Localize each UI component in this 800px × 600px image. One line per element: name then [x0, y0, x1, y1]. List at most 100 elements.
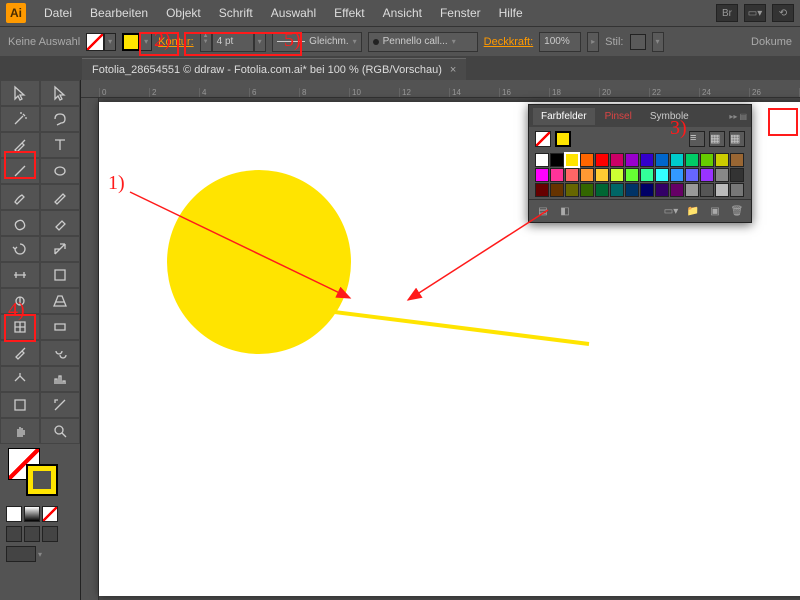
- tool-free-transform[interactable]: [40, 262, 80, 288]
- stroke-stepper[interactable]: ▲▼: [200, 32, 212, 52]
- menu-datei[interactable]: Datei: [36, 2, 80, 24]
- swatch-33[interactable]: [610, 183, 624, 197]
- draw-behind[interactable]: [24, 526, 40, 542]
- tab-pinsel[interactable]: Pinsel: [597, 108, 640, 125]
- tab-symbole[interactable]: Symbole: [642, 108, 697, 125]
- tab-farbfelder[interactable]: Farbfelder: [533, 108, 595, 125]
- stroke-swatch[interactable]: [122, 33, 140, 51]
- tool-pencil[interactable]: [40, 184, 80, 210]
- swatch-21[interactable]: [640, 168, 654, 182]
- swatch-7[interactable]: [640, 153, 654, 167]
- panel-fill-swatch[interactable]: [535, 131, 551, 147]
- swatch-22[interactable]: [655, 168, 669, 182]
- brush-dropdown[interactable]: Pennello call...▾: [368, 32, 478, 52]
- workspace-switcher[interactable]: ▭▾: [744, 4, 766, 22]
- tool-rotate[interactable]: [0, 236, 40, 262]
- menu-ansicht[interactable]: Ansicht: [375, 2, 430, 24]
- new-color-group-icon[interactable]: 📁: [685, 204, 701, 218]
- graphic-style[interactable]: [630, 34, 646, 50]
- swatch-14[interactable]: [535, 168, 549, 182]
- swatch-0[interactable]: [535, 153, 549, 167]
- tool-type[interactable]: [40, 132, 80, 158]
- document-tab[interactable]: Fotolia_28654551 © ddraw - Fotolia.com.a…: [82, 58, 466, 80]
- swatch-36[interactable]: [655, 183, 669, 197]
- new-swatch-icon[interactable]: ▣: [707, 204, 723, 218]
- tool-blob-brush[interactable]: [0, 210, 40, 236]
- tool-symbol-sprayer[interactable]: [0, 366, 40, 392]
- tool-eyedropper[interactable]: [0, 340, 40, 366]
- swatch-31[interactable]: [580, 183, 594, 197]
- list-view-icon[interactable]: ≡: [689, 131, 705, 147]
- swatch-17[interactable]: [580, 168, 594, 182]
- none-mode[interactable]: [42, 506, 58, 522]
- sync-icon[interactable]: ⟲: [772, 4, 794, 22]
- tool-width[interactable]: [0, 262, 40, 288]
- draw-inside[interactable]: [42, 526, 58, 542]
- style-dropdown[interactable]: ▾: [652, 32, 664, 52]
- stroke-weight-input[interactable]: 4 pt: [212, 32, 254, 52]
- opacity-input[interactable]: 100%: [539, 32, 581, 52]
- swatch-9[interactable]: [670, 153, 684, 167]
- swatch-28[interactable]: [535, 183, 549, 197]
- tool-lasso[interactable]: [40, 106, 80, 132]
- swatch-23[interactable]: [670, 168, 684, 182]
- menu-effekt[interactable]: Effekt: [326, 2, 372, 24]
- swatch-19[interactable]: [610, 168, 624, 182]
- panel-stroke-swatch[interactable]: [555, 131, 571, 147]
- opacity-label[interactable]: Deckkraft:: [484, 36, 534, 48]
- swatch-27[interactable]: [730, 168, 744, 182]
- tool-slice[interactable]: [40, 392, 80, 418]
- swatch-40[interactable]: [715, 183, 729, 197]
- swatch-18[interactable]: [595, 168, 609, 182]
- swatch-4[interactable]: [595, 153, 609, 167]
- fill-swatch-dropdown[interactable]: ▾: [104, 33, 116, 51]
- menu-objekt[interactable]: Objekt: [158, 2, 209, 24]
- swatch-32[interactable]: [595, 183, 609, 197]
- stroke-weight-dropdown[interactable]: ▾: [254, 32, 266, 52]
- tool-direct-selection[interactable]: [40, 80, 80, 106]
- swatch-30[interactable]: [565, 183, 579, 197]
- menu-fenster[interactable]: Fenster: [432, 2, 489, 24]
- stroke-swatch-group[interactable]: ▾: [122, 33, 152, 51]
- gradient-mode[interactable]: [24, 506, 40, 522]
- large-thumb-icon[interactable]: ▦: [729, 131, 745, 147]
- tool-mesh[interactable]: [0, 314, 40, 340]
- swatch-6[interactable]: [625, 153, 639, 167]
- menu-bearbeiten[interactable]: Bearbeiten: [82, 2, 156, 24]
- delete-swatch-icon[interactable]: 🗑: [729, 204, 745, 218]
- menu-hilfe[interactable]: Hilfe: [491, 2, 531, 24]
- draw-normal[interactable]: [6, 526, 22, 542]
- color-mode[interactable]: [6, 506, 22, 522]
- swatch-12[interactable]: [715, 153, 729, 167]
- panel-collapse-icon[interactable]: ▸▸: [729, 112, 737, 121]
- swatch-10[interactable]: [685, 153, 699, 167]
- tool-gradient[interactable]: [40, 314, 80, 340]
- tool-hand[interactable]: [0, 418, 40, 444]
- tool-line[interactable]: [0, 158, 40, 184]
- swatch-2[interactable]: [565, 153, 579, 167]
- tool-column-graph[interactable]: [40, 366, 80, 392]
- swatch-20[interactable]: [625, 168, 639, 182]
- close-tab-icon[interactable]: ×: [450, 64, 456, 76]
- stroke-color-box[interactable]: [26, 464, 58, 496]
- swatch-25[interactable]: [700, 168, 714, 182]
- tool-shape-builder[interactable]: [0, 288, 40, 314]
- thumb-view-icon[interactable]: ▦: [709, 131, 725, 147]
- swatch-26[interactable]: [715, 168, 729, 182]
- swatch-11[interactable]: [700, 153, 714, 167]
- swatch-15[interactable]: [550, 168, 564, 182]
- opacity-dropdown[interactable]: ▸: [587, 32, 599, 52]
- swatches-panel[interactable]: Farbfelder Pinsel Symbole ▸▸ ▤ ≡ ▦ ▦ ▤ ◧…: [528, 104, 752, 223]
- menu-auswahl[interactable]: Auswahl: [263, 2, 324, 24]
- stroke-swatch-dropdown[interactable]: ▾: [140, 33, 152, 51]
- document-setup-button[interactable]: Dokume: [751, 36, 792, 48]
- tool-brush[interactable]: [0, 184, 40, 210]
- swatch-libraries-icon[interactable]: ▤: [535, 204, 551, 218]
- swatch-16[interactable]: [565, 168, 579, 182]
- tool-pen[interactable]: [0, 132, 40, 158]
- tool-ellipse[interactable]: [40, 158, 80, 184]
- swatch-29[interactable]: [550, 183, 564, 197]
- tool-magic-wand[interactable]: [0, 106, 40, 132]
- stroke-label[interactable]: Kontur:: [158, 36, 193, 48]
- swatch-41[interactable]: [730, 183, 744, 197]
